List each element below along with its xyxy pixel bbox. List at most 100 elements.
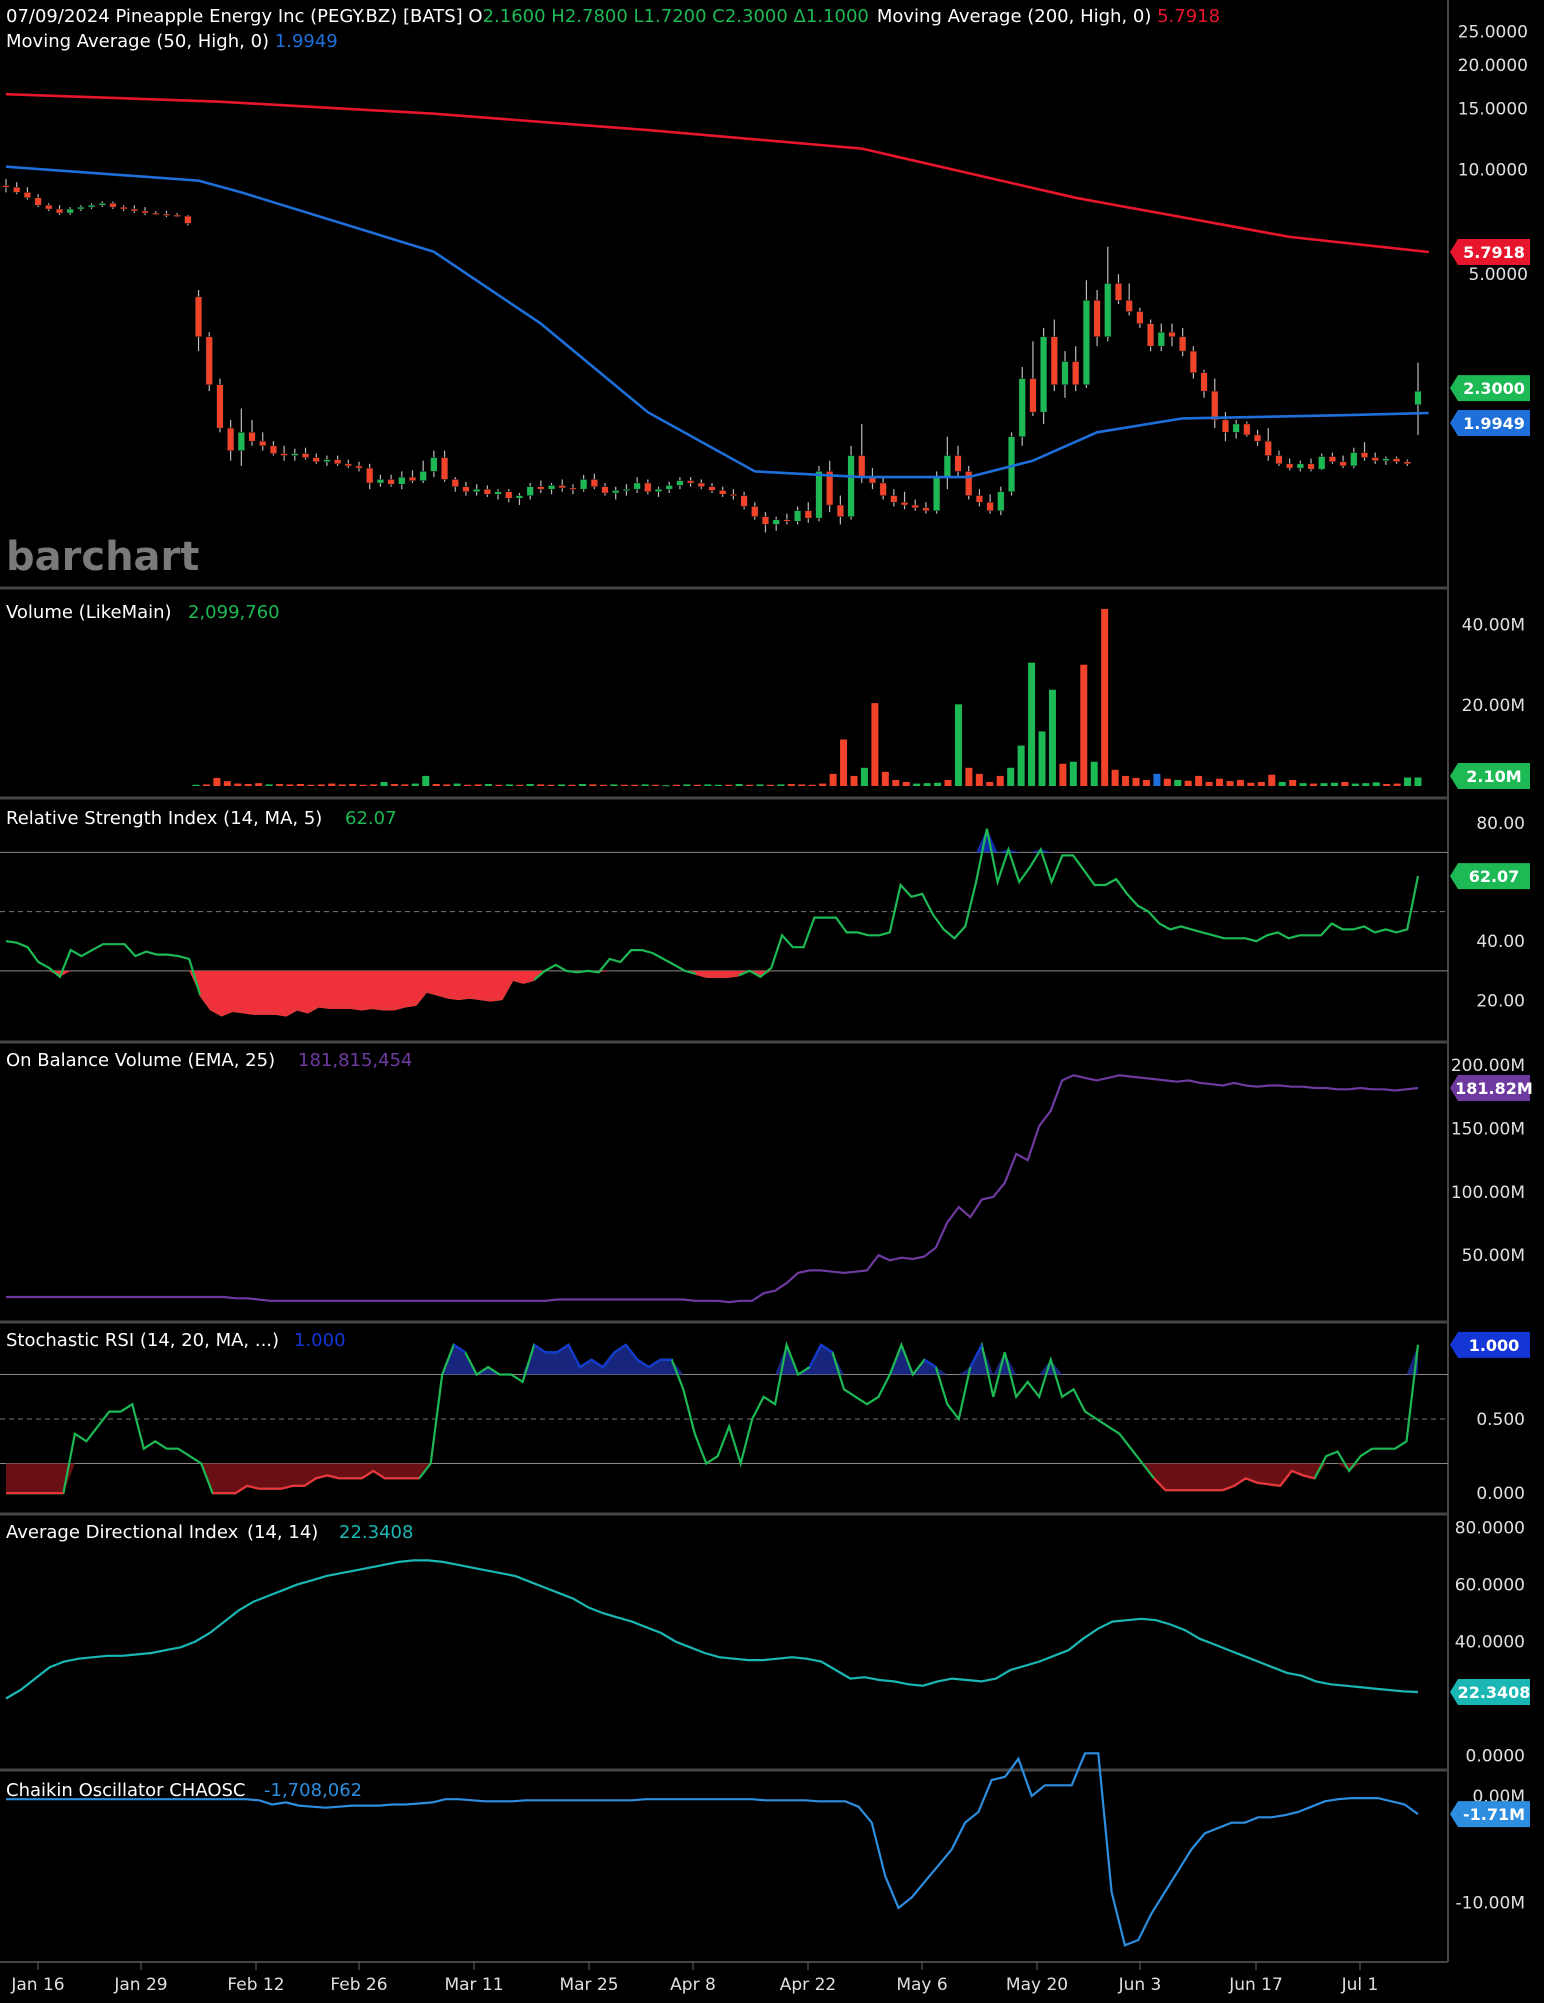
volume-bar <box>986 781 994 786</box>
candle-body <box>1393 458 1401 462</box>
volume-bar <box>1059 763 1067 786</box>
volume-bar <box>1153 773 1161 786</box>
x-tick-label: Jan 29 <box>113 1975 167 1995</box>
candle-body <box>344 463 352 467</box>
volume-bar <box>829 773 837 786</box>
candle-body <box>1275 455 1283 465</box>
candle-body <box>900 502 909 506</box>
candle-body <box>483 488 491 495</box>
ma200-tag-label: 5.7918 <box>1463 243 1525 262</box>
volume-bar <box>1247 782 1255 786</box>
volume-bar <box>808 784 816 786</box>
candle-body <box>1082 300 1090 385</box>
volume-bar <box>902 781 910 786</box>
candle-body <box>227 427 235 451</box>
volume-bar <box>923 783 931 786</box>
candle-body <box>986 502 994 511</box>
candle-body <box>1136 311 1144 324</box>
candle-body <box>1211 390 1219 421</box>
volume-bar <box>359 784 367 786</box>
volume-bar <box>944 779 952 786</box>
candle-body <box>269 445 277 454</box>
candle-body <box>216 384 224 429</box>
volume-bar <box>317 784 325 786</box>
volume-bar <box>1069 761 1077 786</box>
volume-bar <box>526 783 534 786</box>
candle-body <box>965 471 973 496</box>
volume-bar <box>516 784 524 786</box>
indicator-tag-4: 1.000 <box>1450 1331 1530 1358</box>
volume-bar <box>1080 664 1088 786</box>
volume-bar <box>1404 777 1412 786</box>
ma200-value: 5.7918 <box>1157 6 1220 27</box>
price-y-tick: 20.0000 <box>1458 56 1528 76</box>
volume-bar <box>652 784 660 786</box>
x-tick-label: Apr 22 <box>780 1975 836 1995</box>
x-tick-label: Apr 8 <box>670 1975 716 1995</box>
indicator-value-5: 22.3408 <box>339 1522 413 1543</box>
volume-bar <box>1320 783 1328 786</box>
volume-bar <box>307 784 315 786</box>
volume-bar <box>1184 780 1192 786</box>
candle-body <box>55 208 64 214</box>
volume-bar <box>1310 783 1318 786</box>
volume-bar <box>202 784 210 786</box>
candle-body <box>1360 452 1369 458</box>
volume-y-tick: 40.00M <box>1462 615 1525 635</box>
volume-bar <box>840 739 848 786</box>
candle-body <box>890 495 898 503</box>
volume-bar <box>453 783 461 786</box>
candle-body <box>804 510 812 519</box>
candle-body <box>975 495 983 503</box>
volume-bar <box>1330 782 1338 786</box>
candle-body <box>237 432 245 451</box>
y-tick-4: 0.500 <box>1476 1410 1525 1430</box>
y-tick-4: 0.000 <box>1476 1484 1525 1504</box>
y-tick-5: 60.0000 <box>1455 1576 1525 1596</box>
x-tick-label: Jul 1 <box>1341 1975 1379 1995</box>
candle-body <box>312 457 320 462</box>
volume-bar <box>631 784 639 786</box>
volume-bar <box>871 703 879 786</box>
candle-body <box>1168 331 1176 337</box>
volume-bar <box>1132 777 1140 786</box>
candle-body <box>580 479 588 490</box>
candle-body <box>697 482 705 487</box>
indicator-value-2: 62.07 <box>345 808 397 829</box>
candle-body <box>644 482 652 492</box>
candle-body <box>1243 423 1251 436</box>
volume-bar <box>1174 779 1182 786</box>
volume-bar <box>558 784 566 786</box>
volume-bar <box>422 775 430 786</box>
candle-body <box>141 210 149 214</box>
candle-body <box>1050 336 1058 385</box>
candle-body <box>248 432 256 442</box>
volume-tag-label: 2.10M <box>1466 767 1521 786</box>
candle-body <box>387 479 395 485</box>
indicator-tag-6-label: -1.71M <box>1463 1805 1525 1824</box>
volume-bar <box>244 783 252 786</box>
candle-body <box>729 494 737 497</box>
indicator-params-5: (14, 14) <box>247 1522 318 1543</box>
volume-bar <box>756 784 764 786</box>
volume-bar <box>1195 775 1203 786</box>
chart-svg: 25.0000 20.0000 15.0000 10.0000 5.0000 07/09/… <box>0 0 1533 1995</box>
candle-body <box>13 186 21 193</box>
volume-bar <box>223 781 231 786</box>
volume-bar <box>704 784 712 786</box>
volume-bar <box>819 783 827 786</box>
candle-body <box>109 203 117 208</box>
candle-body <box>376 479 384 484</box>
y-tick-6: -10.00M <box>1456 1894 1525 1914</box>
indicator-line-5 <box>5 1559 1419 1700</box>
candle-body <box>130 208 138 212</box>
candle-body <box>1253 434 1262 442</box>
volume-bar <box>505 784 513 786</box>
volume-bar <box>338 784 346 786</box>
volume-bar <box>892 779 900 786</box>
candle-body <box>719 490 727 495</box>
indicator-title-5: Average Directional Index <box>6 1522 239 1543</box>
indicator-title-3: On Balance Volume (EMA, 25) <box>6 1050 275 1071</box>
candle-body <box>1264 440 1272 456</box>
candle-body <box>2 185 10 188</box>
